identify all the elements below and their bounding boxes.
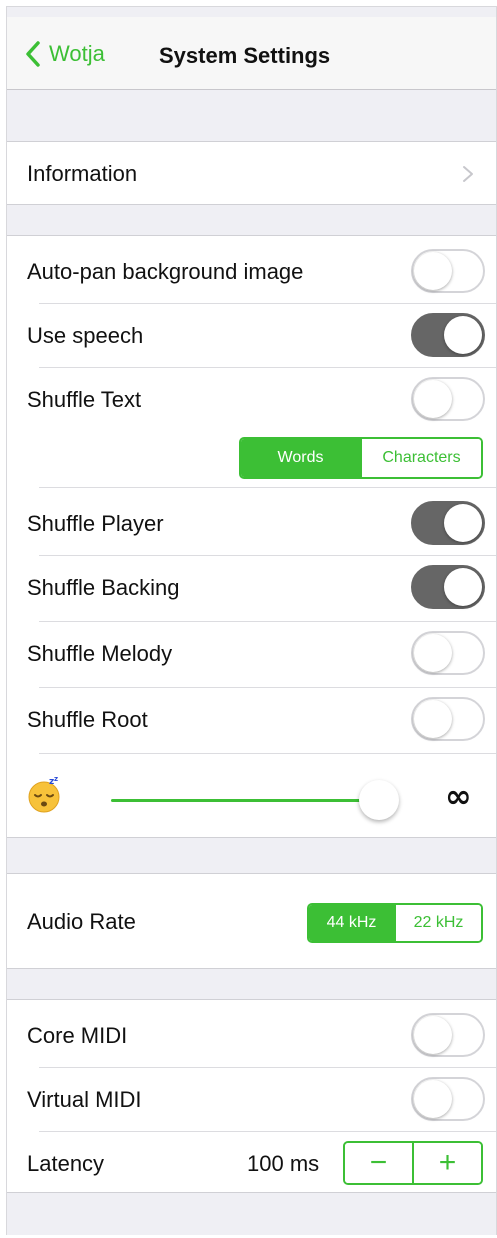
shuffle-player-toggle[interactable] xyxy=(411,501,485,545)
audio-rate-row: Audio Rate 44 kHz 22 kHz xyxy=(7,889,496,953)
back-button-label: Wotja xyxy=(49,41,105,66)
latency-row: Latency 100 ms − + xyxy=(7,1131,496,1195)
shuffle-player-row: Shuffle Player xyxy=(7,491,496,555)
shuffle-root-label: Shuffle Root xyxy=(27,707,148,732)
latency-increment-button[interactable]: + xyxy=(412,1143,481,1183)
use-speech-row: Use speech xyxy=(7,303,496,367)
words-option[interactable]: Words xyxy=(241,439,360,477)
shuffle-melody-toggle[interactable] xyxy=(411,631,485,675)
audio-rate-22-option[interactable]: 22 kHz xyxy=(394,905,481,941)
shuffle-backing-row: Shuffle Backing xyxy=(7,555,496,619)
characters-option[interactable]: Characters xyxy=(360,439,481,477)
sleep-slider-track[interactable] xyxy=(111,799,381,802)
shuffle-backing-toggle[interactable] xyxy=(411,565,485,609)
autopan-label: Auto-pan background image xyxy=(27,259,304,284)
use-speech-toggle[interactable] xyxy=(411,313,485,357)
virtual-midi-label: Virtual MIDI xyxy=(27,1087,142,1112)
shuffle-text-label: Shuffle Text xyxy=(27,387,142,412)
core-midi-label: Core MIDI xyxy=(27,1023,128,1048)
page-title: System Settings xyxy=(159,43,331,68)
virtual-midi-toggle[interactable] xyxy=(411,1077,485,1121)
information-row[interactable]: Information xyxy=(7,141,496,205)
options-section: Auto-pan background image Use speech Shu… xyxy=(7,235,496,838)
sleeping-face-icon: z z xyxy=(28,775,60,813)
shuffle-text-toggle[interactable] xyxy=(411,377,485,421)
information-label: Information xyxy=(27,161,138,186)
sleep-slider-thumb[interactable] xyxy=(359,780,399,820)
midi-section: Core MIDI Virtual MIDI Latency 100 ms − … xyxy=(7,999,496,1193)
audio-rate-control: 44 kHz 22 kHz xyxy=(307,903,483,943)
information-section: Information xyxy=(7,141,496,205)
infinity-label: ∞ xyxy=(445,777,472,815)
navigation-bar: Wotja System Settings xyxy=(7,17,496,90)
shuffle-player-label: Shuffle Player xyxy=(27,511,164,536)
svg-text:z: z xyxy=(54,775,58,783)
core-midi-toggle[interactable] xyxy=(411,1013,485,1057)
audio-rate-label: Audio Rate xyxy=(27,909,136,934)
shuffle-melody-row: Shuffle Melody xyxy=(7,621,496,685)
shuffle-melody-label: Shuffle Melody xyxy=(27,641,173,666)
shuffle-text-mode-control: Words Characters xyxy=(239,437,483,479)
autopan-row: Auto-pan background image xyxy=(7,239,496,303)
settings-screen: Wotja System Settings Information Auto-p… xyxy=(6,6,497,1235)
autopan-toggle[interactable] xyxy=(411,249,485,293)
audio-section: Audio Rate 44 kHz 22 kHz xyxy=(7,873,496,969)
sleep-slider-row: z z ∞ xyxy=(7,755,496,835)
shuffle-root-toggle[interactable] xyxy=(411,697,485,741)
latency-stepper: − + xyxy=(343,1141,483,1185)
use-speech-label: Use speech xyxy=(27,323,144,348)
audio-rate-44-option[interactable]: 44 kHz xyxy=(309,905,394,941)
shuffle-backing-label: Shuffle Backing xyxy=(27,575,180,600)
latency-decrement-button[interactable]: − xyxy=(345,1143,412,1183)
chevron-right-icon xyxy=(463,166,473,182)
back-button[interactable]: Wotja xyxy=(25,39,105,69)
latency-value: 100 ms xyxy=(247,1151,320,1176)
core-midi-row: Core MIDI xyxy=(7,1003,496,1067)
shuffle-text-row: Shuffle Text Words Characters xyxy=(7,367,496,487)
latency-label: Latency xyxy=(27,1151,105,1176)
shuffle-root-row: Shuffle Root xyxy=(7,687,496,751)
virtual-midi-row: Virtual MIDI xyxy=(7,1067,496,1131)
chevron-left-icon xyxy=(26,41,40,67)
